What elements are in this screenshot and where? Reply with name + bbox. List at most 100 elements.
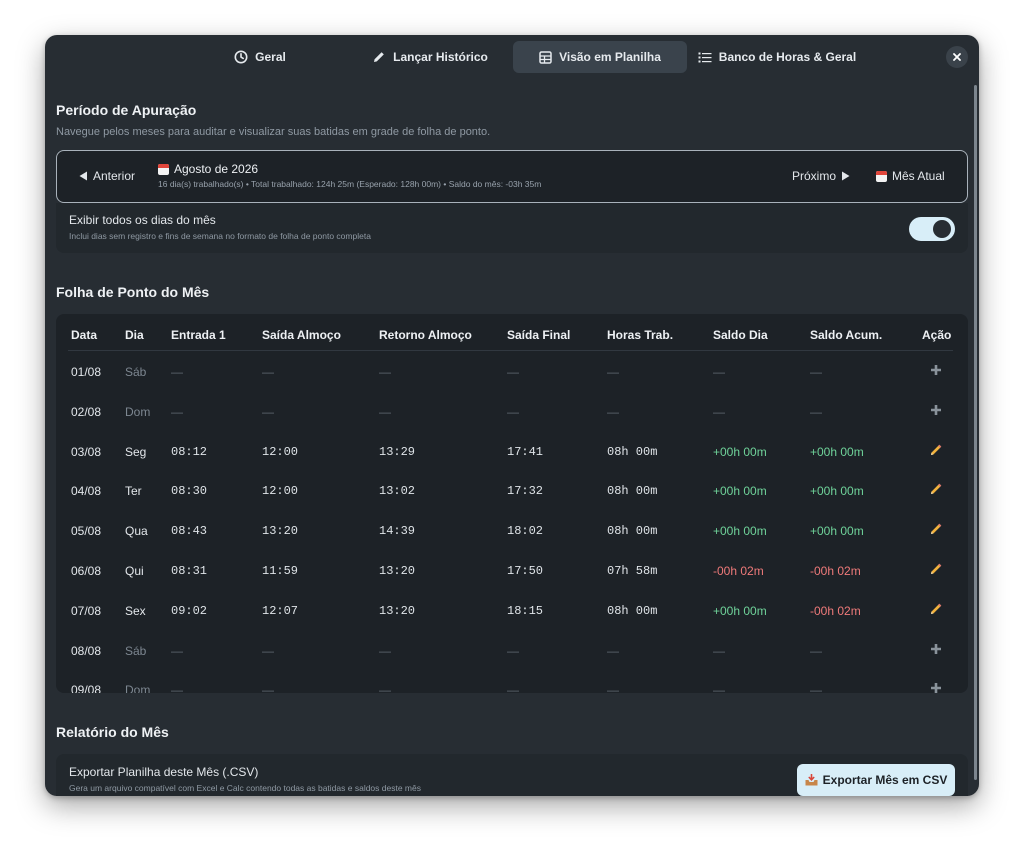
cell-saldo-acum: —: [810, 643, 822, 658]
inbox-tray-icon: [805, 774, 818, 786]
cell-out: 17:41: [507, 444, 544, 459]
table-row: 05/08 Qua 08:43 13:20 14:39 18:02 08h 00m +00h …: [56, 513, 968, 553]
cell-date: 01/08: [71, 365, 102, 379]
col-header-saldo-acum: Saldo Acum.: [810, 328, 883, 342]
cell-lunch-out: 12:00: [262, 444, 299, 459]
cell-saldo-dia: —: [713, 404, 725, 419]
cell-lunch-in: —: [379, 404, 391, 419]
add-icon[interactable]: [929, 363, 943, 382]
col-header-horas-trab: Horas Trab.: [607, 328, 674, 342]
cell-saldo-acum: —: [810, 365, 822, 379]
edit-icon[interactable]: [929, 443, 943, 462]
edit-icon[interactable]: [929, 482, 943, 501]
add-icon[interactable]: [929, 403, 943, 422]
cell-in1: —: [171, 404, 183, 419]
col-header-data: Data: [71, 328, 98, 342]
period-navigator: Anterior Agosto de 2026 16 dia(s) trabal…: [56, 150, 968, 203]
col-header-acao: Ação: [922, 328, 952, 342]
export-description: Gera um arquivo compatível com Excel e C…: [69, 783, 421, 793]
cell-date: 07/08: [71, 603, 102, 618]
cell-in1: 08:30: [171, 484, 208, 499]
cell-date: 03/08: [71, 444, 102, 459]
add-icon[interactable]: [929, 681, 943, 693]
spreadsheet-icon: [539, 50, 552, 64]
edit-icon[interactable]: [929, 562, 943, 581]
tab-visao-planilha[interactable]: Visão em Planilha: [513, 41, 687, 73]
prev-month-button[interactable]: Anterior: [79, 169, 135, 183]
show-all-days-description: Inclui dias sem registro e fins de seman…: [69, 231, 371, 241]
cell-out: 18:02: [507, 524, 544, 539]
cell-date: 04/08: [71, 484, 102, 499]
cell-saldo-acum: —: [810, 683, 822, 693]
tab-lancar-historico-label: Lançar Histórico: [393, 50, 488, 64]
tab-lancar-historico[interactable]: Lançar Histórico: [355, 41, 505, 73]
cell-out: 17:50: [507, 564, 544, 578]
current-month-button[interactable]: Mês Atual: [876, 169, 945, 183]
period-subtitle: Navegue pelos meses para auditar e visua…: [56, 126, 491, 138]
cell-saldo-acum: +00h 00m: [810, 484, 864, 499]
table-row: 06/08 Qui 08:31 11:59 13:20 17:50 07h 58m -00h …: [56, 553, 968, 593]
export-row: Exportar Planilha deste Mês (.CSV) Gera …: [56, 754, 968, 796]
cell-saldo-dia: +00h 00m: [713, 603, 767, 618]
period-title: Período de Apuração: [56, 102, 197, 118]
list-icon: [698, 52, 712, 62]
month-label: Agosto de 2026: [158, 162, 258, 176]
cell-in1: —: [171, 683, 183, 693]
cell-date: 05/08: [71, 524, 102, 539]
report-title: Relatório do Mês: [56, 724, 169, 740]
next-month-button[interactable]: Próximo: [792, 169, 850, 183]
toggle-knob: [933, 220, 951, 238]
cell-out: 18:15: [507, 603, 544, 618]
table-row: 02/08 Dom — — — — — — —: [56, 394, 968, 434]
cell-saldo-dia: —: [713, 365, 725, 379]
cell-date: 09/08: [71, 683, 102, 693]
close-icon: [953, 53, 961, 61]
cell-day: Ter: [125, 484, 142, 499]
cell-in1: —: [171, 643, 183, 658]
cell-hours: 08h 00m: [607, 444, 658, 459]
cell-lunch-in: —: [379, 683, 391, 693]
export-csv-button[interactable]: Exportar Mês em CSV: [797, 764, 955, 796]
edit-icon[interactable]: [929, 602, 943, 621]
cell-lunch-in: 13:20: [379, 603, 416, 618]
cell-day: Sáb: [125, 643, 147, 658]
cell-day: Seg: [125, 444, 147, 459]
cell-lunch-out: —: [262, 643, 274, 658]
tab-geral[interactable]: Geral: [210, 41, 310, 73]
cell-saldo-acum: -00h 02m: [810, 564, 861, 578]
app-window: Geral Lançar Histórico Visão em Planilha: [45, 35, 979, 796]
cell-hours: —: [607, 643, 619, 658]
table-row: 03/08 Seg 08:12 12:00 13:29 17:41 08h 00m +00h …: [56, 434, 968, 474]
cell-out: —: [507, 404, 519, 419]
cell-saldo-dia: +00h 00m: [713, 524, 767, 539]
cell-day: Dom: [125, 683, 151, 693]
cell-day: Dom: [125, 404, 151, 419]
edit-icon[interactable]: [929, 522, 943, 541]
cell-in1: 09:02: [171, 603, 208, 618]
cell-saldo-acum: -00h 02m: [810, 603, 861, 618]
clock-icon: [234, 50, 248, 64]
show-all-days-toggle[interactable]: [909, 217, 955, 241]
calendar-icon: [158, 163, 169, 175]
col-header-saida-final: Saída Final: [507, 328, 571, 342]
tab-geral-label: Geral: [255, 50, 286, 64]
close-button[interactable]: [946, 46, 968, 68]
cell-saldo-dia: —: [713, 643, 725, 658]
cell-out: 17:32: [507, 484, 544, 499]
tab-banco-horas-label: Banco de Horas & Geral: [718, 50, 857, 64]
scrollbar[interactable]: [974, 85, 977, 780]
export-label: Exportar Planilha deste Mês (.CSV): [69, 765, 259, 779]
cell-lunch-out: 12:00: [262, 484, 299, 499]
cell-lunch-out: —: [262, 365, 274, 379]
add-icon[interactable]: [929, 642, 943, 661]
cell-lunch-in: —: [379, 643, 391, 658]
show-all-days-row: Exibir todos os dias do mês Inclui dias …: [56, 203, 968, 253]
cell-lunch-out: 11:59: [262, 564, 299, 578]
header-divider: [68, 350, 953, 351]
tab-banco-horas[interactable]: Banco de Horas & Geral: [693, 41, 861, 73]
table-row: 09/08 Dom — — — — — — —: [56, 672, 968, 693]
cell-lunch-in: —: [379, 365, 391, 379]
table-row: 01/08 Sáb — — — — — — —: [56, 354, 968, 394]
show-all-days-label: Exibir todos os dias do mês: [69, 213, 216, 227]
cell-out: —: [507, 643, 519, 658]
